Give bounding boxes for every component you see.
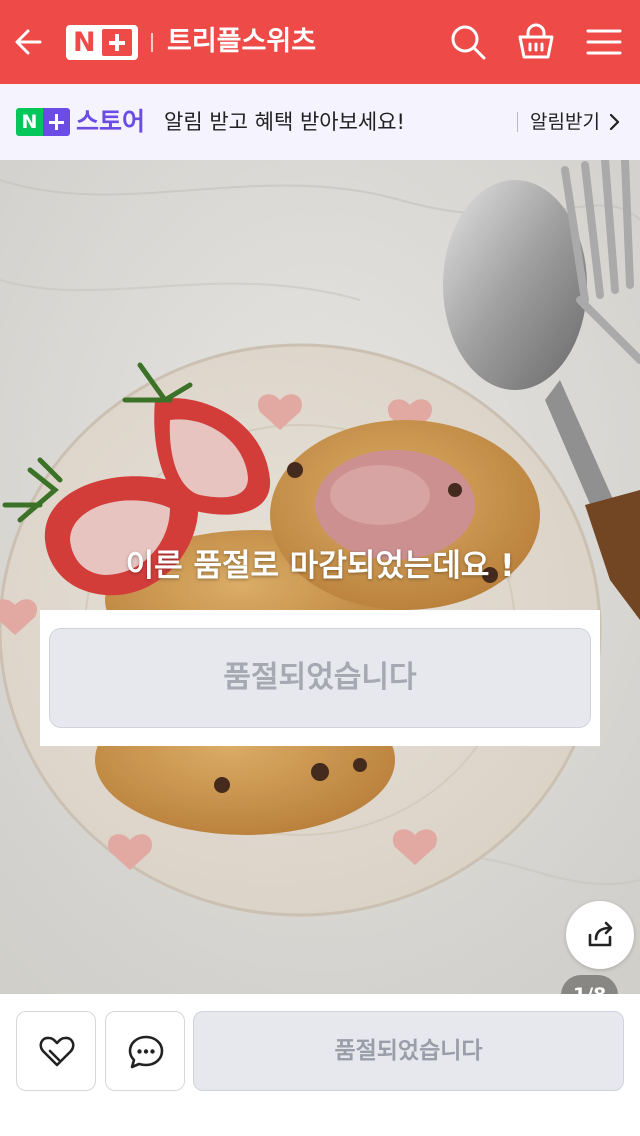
plus-icon xyxy=(102,29,132,56)
subscribe-label: 알림받기 xyxy=(530,111,600,133)
naver-plus-logo[interactable]: N xyxy=(66,25,138,60)
notice-message: 알림 받고 혜택 받아보세요! xyxy=(164,110,405,134)
share-button[interactable] xyxy=(566,901,634,969)
back-arrow-icon[interactable] xyxy=(10,22,50,62)
chevron-right-icon xyxy=(609,113,620,131)
product-image[interactable]: 이른 품절로 마감되었는데요 ! 품절되었습니다 1/8 xyxy=(0,160,640,994)
search-icon[interactable] xyxy=(448,22,488,62)
store-name[interactable]: 트리플스위츠 xyxy=(167,22,316,62)
subscribe-alert-button[interactable]: 알림받기 xyxy=(530,104,622,140)
chat-icon xyxy=(128,1035,164,1069)
soldout-purchase-button[interactable]: 품절되었습니다 xyxy=(193,1011,624,1091)
soldout-overlay-button[interactable]: 품절되었습니다 xyxy=(49,628,591,728)
soldout-overlay-panel: 품절되었습니다 xyxy=(40,610,600,746)
shopping-bag-icon[interactable] xyxy=(516,22,556,62)
hamburger-menu-icon[interactable] xyxy=(584,22,624,62)
notice-divider xyxy=(517,112,518,132)
soldout-message: 이른 품절로 마감되었는데요 ! xyxy=(125,548,515,584)
app-header: N 트리플스위츠 xyxy=(0,0,640,84)
header-divider xyxy=(151,33,153,52)
notification-banner: N 스토어 알림 받고 혜택 받아보세요! 알림받기 xyxy=(0,84,640,160)
share-icon xyxy=(588,921,613,947)
chat-button[interactable] xyxy=(105,1011,185,1091)
plus-icon xyxy=(43,108,70,136)
like-button[interactable] xyxy=(16,1011,96,1091)
logo-letter: N xyxy=(73,27,96,58)
naver-plus-store-badge: N xyxy=(16,108,70,136)
store-label: 스토어 xyxy=(76,107,146,136)
bottom-action-bar: 품절되었습니다 xyxy=(0,994,640,1136)
image-page-indicator: 1/8 xyxy=(561,975,619,994)
badge-letter: N xyxy=(16,108,43,136)
heart-icon xyxy=(39,1036,75,1067)
